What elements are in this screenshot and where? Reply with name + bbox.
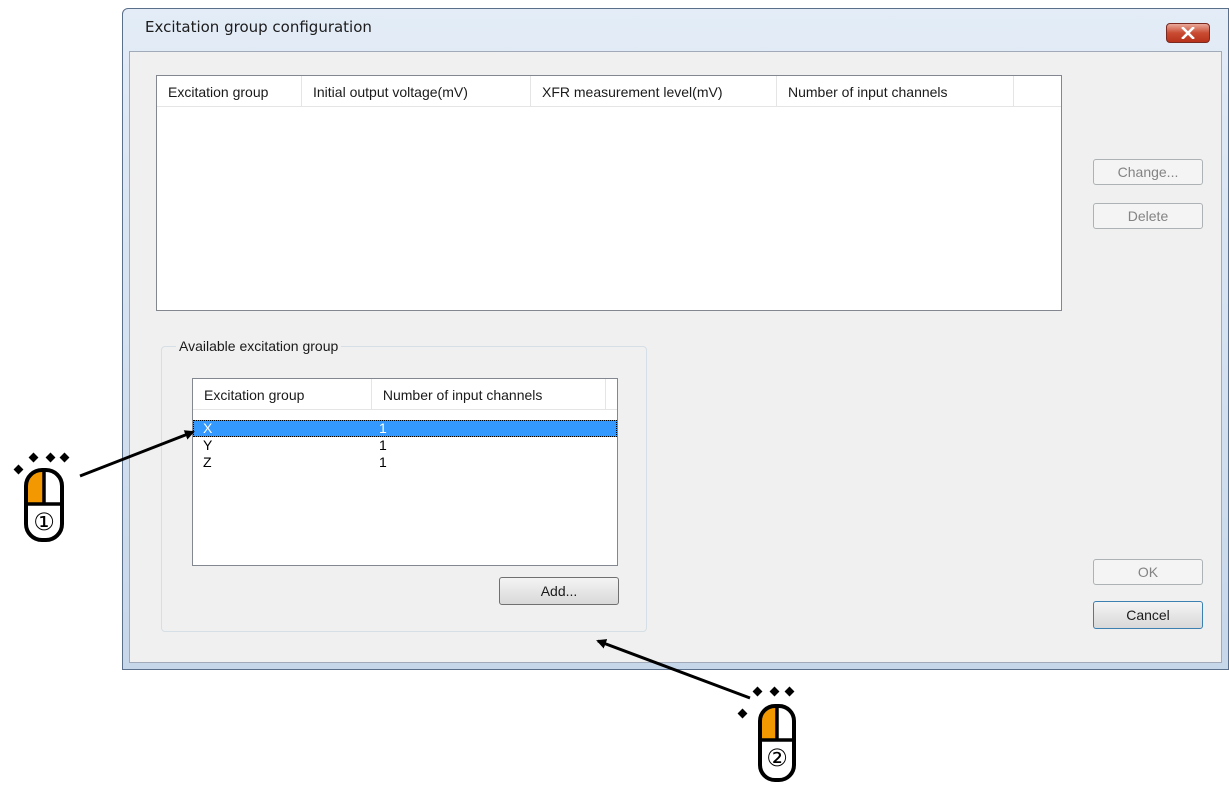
cancel-button-label: Cancel	[1126, 607, 1170, 623]
delete-button-label: Delete	[1127, 208, 1169, 224]
column-header-number-of-input-channels[interactable]: Number of input channels	[372, 379, 606, 409]
change-button-label: Change...	[1117, 164, 1179, 180]
cell-input-channels: 1	[379, 420, 387, 436]
column-header-filler	[606, 379, 617, 409]
change-button[interactable]: Change...	[1093, 159, 1203, 185]
add-button-label: Add...	[540, 583, 578, 599]
title-bar: Excitation group configuration	[123, 9, 1228, 43]
cell-excitation-group: Y	[203, 437, 213, 453]
step-2-label: ②	[766, 744, 788, 772]
dialog-title: Excitation group configuration	[145, 18, 372, 36]
dialog-window: Excitation group configuration Excitatio…	[122, 8, 1229, 670]
available-groups-header: Excitation group Number of input channel…	[193, 379, 617, 410]
column-header-number-of-input-channels[interactable]: Number of input channels	[777, 76, 1014, 106]
column-header-initial-output-voltage[interactable]: Initial output voltage(mV)	[302, 76, 531, 106]
mouse-click-icon-2: ②	[736, 680, 816, 784]
column-header-filler	[1014, 76, 1061, 106]
add-button[interactable]: Add...	[499, 577, 619, 605]
available-excitation-group-label: Available excitation group	[176, 338, 342, 354]
cell-input-channels: 1	[379, 454, 387, 470]
cancel-button[interactable]: Cancel	[1093, 601, 1203, 629]
configured-groups-list[interactable]: Excitation group Initial output voltage(…	[156, 75, 1062, 311]
close-icon	[1181, 27, 1195, 39]
delete-button[interactable]: Delete	[1093, 203, 1203, 229]
cell-excitation-group: Z	[203, 454, 212, 470]
available-excitation-group-box: Available excitation group Excitation gr…	[161, 338, 647, 632]
available-groups-list[interactable]: Excitation group Number of input channel…	[192, 378, 618, 566]
dialog-client-area: Excitation group Initial output voltage(…	[129, 51, 1222, 663]
available-groups-rows: X 1 Y 1 Z 1	[193, 410, 617, 471]
configured-groups-header: Excitation group Initial output voltage(…	[157, 76, 1061, 107]
column-header-xfr-measurement-level[interactable]: XFR measurement level(mV)	[531, 76, 777, 106]
ok-button-label: OK	[1137, 564, 1159, 580]
step-1-label: ①	[33, 508, 55, 536]
cell-input-channels: 1	[379, 437, 387, 453]
column-header-excitation-group[interactable]: Excitation group	[193, 379, 372, 409]
list-item-z[interactable]: Z 1	[193, 454, 617, 471]
column-header-excitation-group[interactable]: Excitation group	[157, 76, 302, 106]
cell-excitation-group: X	[203, 420, 213, 436]
list-item-y[interactable]: Y 1	[193, 437, 617, 454]
list-item-x[interactable]: X 1	[193, 420, 617, 437]
close-button[interactable]	[1166, 23, 1210, 43]
ok-button[interactable]: OK	[1093, 559, 1203, 585]
mouse-click-icon-1: ①	[6, 446, 86, 550]
